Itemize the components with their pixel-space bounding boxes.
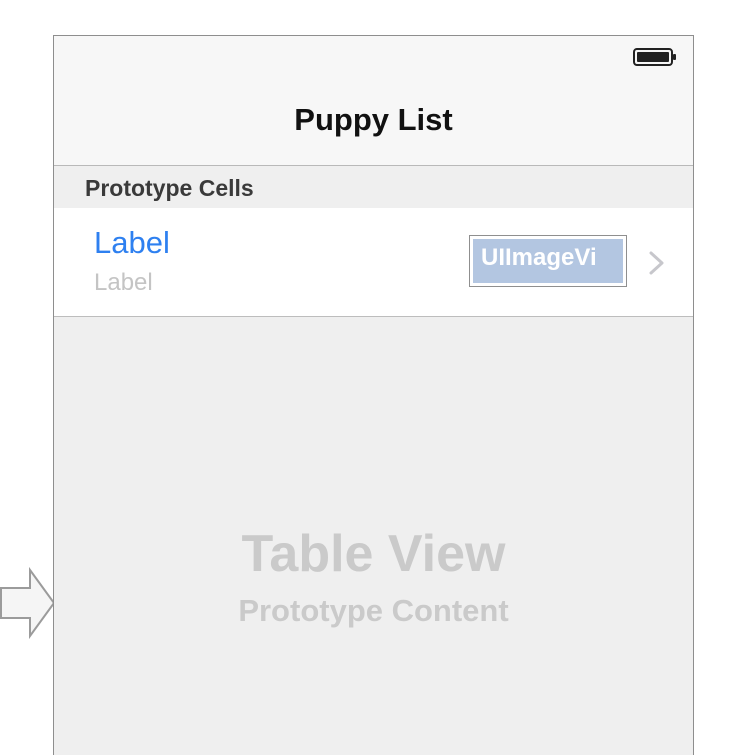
table-view-controller-scene[interactable]: Puppy List Prototype Cells Label Label U…	[53, 35, 694, 755]
section-header: Prototype Cells	[54, 167, 693, 208]
initial-view-controller-arrow-icon[interactable]	[0, 566, 56, 640]
cell-title-label[interactable]: Label	[94, 225, 170, 261]
prototype-table-cell[interactable]: Label Label UIImageVi	[54, 208, 693, 317]
cell-image-view[interactable]: UIImageVi	[469, 235, 627, 287]
navigation-title[interactable]: Puppy List	[54, 102, 693, 138]
navigation-bar[interactable]: Puppy List	[54, 36, 693, 166]
table-view-placeholder-subtitle: Prototype Content	[238, 593, 509, 628]
cell-subtitle-label[interactable]: Label	[94, 269, 153, 297]
battery-full-icon	[633, 48, 676, 66]
image-view-class-label: UIImageVi	[473, 239, 623, 283]
table-view-placeholder-title: Table View	[241, 525, 506, 583]
section-header-title: Prototype Cells	[85, 175, 254, 201]
chevron-right-icon	[649, 251, 664, 275]
